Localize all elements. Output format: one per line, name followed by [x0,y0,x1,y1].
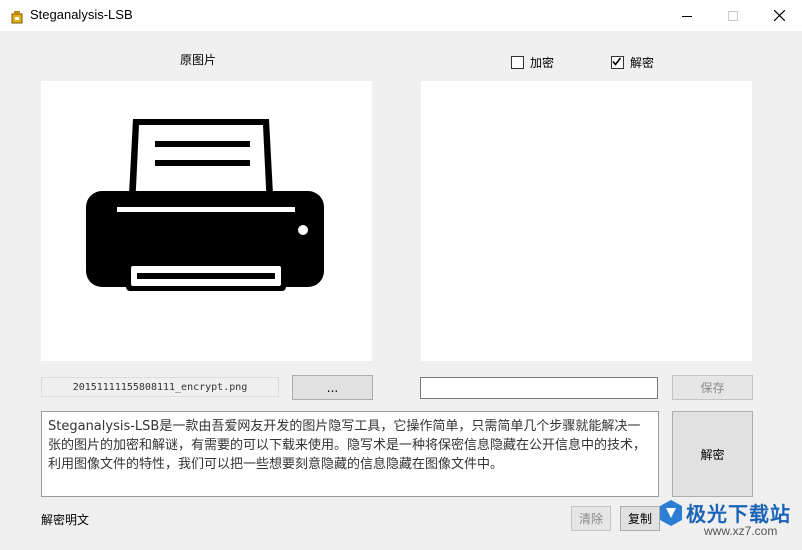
title-bar: Steganalysis-LSB [0,0,802,31]
encrypt-checkbox-box[interactable] [511,56,524,69]
minimize-button[interactable] [664,0,710,31]
copy-button[interactable]: 复制 [620,506,660,531]
window-title: Steganalysis-LSB [30,7,133,22]
decrypted-text-label: 解密明文 [41,513,90,527]
watermark: 极光下载站 www.xz7.com [658,494,798,546]
decrypt-checkbox-label: 解密 [630,56,655,70]
checkmark-icon [612,57,622,66]
watermark-text: 极光下载站 [686,502,791,526]
browse-button[interactable]: ... [292,375,373,400]
decrypt-checkbox-box[interactable] [611,56,624,69]
minimize-icon [682,15,692,17]
message-text-area[interactable]: Steganalysis-LSB是一款由吾爱网友开发的图片隐写工具，它操作简单，… [41,411,659,497]
save-button[interactable]: 保存 [672,375,753,400]
result-image-panel [421,81,752,361]
file-name-field[interactable]: 20151111155808111_encrypt.png [41,377,279,397]
app-icon [10,9,24,24]
encrypt-checkbox[interactable]: 加密 [511,54,554,71]
decrypt-checkbox[interactable]: 解密 [611,54,654,71]
watermark-logo-icon [660,500,682,526]
close-icon [773,10,785,21]
printer-icon [86,119,324,291]
decrypt-button[interactable]: 解密 [672,411,753,497]
encrypt-checkbox-label: 加密 [530,56,555,70]
maximize-button[interactable] [710,0,756,31]
output-path-input[interactable] [420,377,658,399]
original-image-label: 原图片 [180,53,217,67]
close-button[interactable] [756,0,802,31]
original-image-panel [41,81,372,361]
maximize-icon [728,10,738,21]
watermark-url: www.xz7.com [704,524,778,538]
clear-button[interactable]: 清除 [571,506,611,531]
